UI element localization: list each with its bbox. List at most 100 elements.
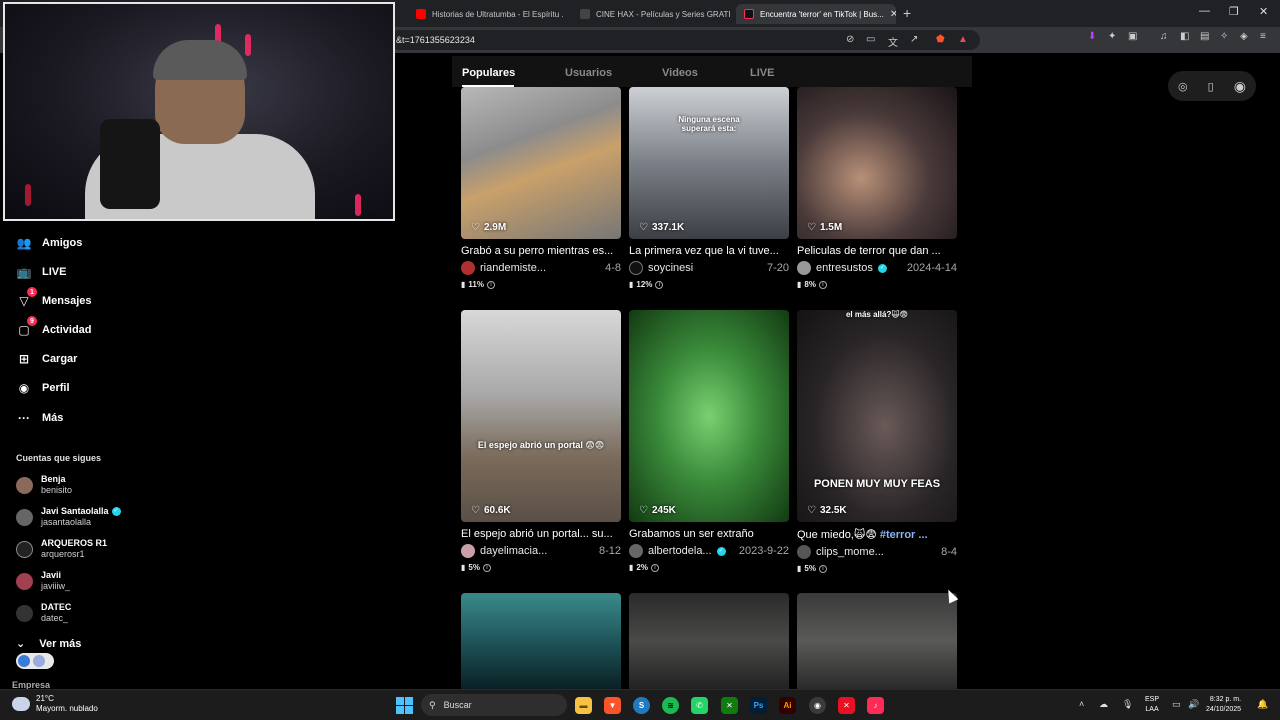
extensions-icon[interactable]: ✦ [1108, 31, 1116, 42]
browser-tab-3[interactable]: Encuentra 'terror' en TikTok | Bus... ✕ [736, 4, 896, 24]
info-icon[interactable]: i [650, 563, 659, 572]
obs-icon[interactable]: ◉ [809, 697, 826, 714]
notification-icon[interactable]: 🔔 [1257, 699, 1268, 710]
menu-icon[interactable]: ≡ [1260, 31, 1266, 42]
tab-populares[interactable]: Populares [462, 67, 515, 79]
video-thumbnail[interactable] [629, 593, 789, 689]
video-thumbnail[interactable]: ♡ 2.9M [461, 87, 621, 239]
video-card[interactable] [629, 593, 789, 689]
nav-messages[interactable]: ▽ 1 Mensajes [16, 287, 92, 309]
browser-tab-1[interactable]: Historias de Ultratumba - El Espíritu ..… [408, 4, 564, 24]
close-tab-icon[interactable]: ✕ [890, 9, 896, 20]
brave-browser-icon[interactable]: ▼ [604, 697, 621, 714]
avatar[interactable] [461, 261, 475, 275]
video-card[interactable] [797, 593, 957, 689]
video-description[interactable]: La primera vez que la vi tuve... [629, 245, 789, 257]
sidebar-icon[interactable]: ◧ [1180, 31, 1189, 42]
wallet-icon[interactable]: ▤ [1200, 31, 1209, 42]
avatar[interactable] [797, 545, 811, 559]
spotify-icon[interactable]: ≋ [662, 697, 679, 714]
video-description[interactable]: El espejo abrió un portal... su... [461, 528, 621, 540]
brave-shield-icon[interactable]: ⬟ [936, 34, 945, 45]
video-thumbnail[interactable] [797, 593, 957, 689]
device-icon[interactable]: ▯ [1208, 80, 1214, 93]
video-author[interactable]: soycinesi [648, 262, 693, 274]
onedrive-icon[interactable]: ☁ [1099, 699, 1108, 710]
video-thumbnail[interactable]: ♡ 245K [629, 310, 789, 522]
video-thumbnail[interactable]: ♡ 1.5M [797, 87, 957, 239]
video-author[interactable]: clips_mome... [816, 546, 884, 558]
video-description[interactable]: Que miedo,🙀😨 #terror ... [797, 528, 957, 541]
language-indicator[interactable]: ESP LAA [1145, 695, 1159, 715]
windows-start-icon[interactable] [396, 697, 413, 714]
cast-icon[interactable]: ▭ [866, 34, 875, 45]
following-item[interactable]: Javii javiiiw_ [16, 570, 70, 592]
tab-live[interactable]: LIVE [750, 67, 774, 79]
video-card[interactable] [461, 593, 621, 689]
nav-friends[interactable]: 👥 Amigos [16, 235, 83, 251]
video-description[interactable]: Grabó a su perro mientras es... [461, 245, 621, 257]
video-card[interactable]: El espejo abrió un portal 😨😨 ♡ 60.6K El e… [461, 310, 621, 572]
nav-more[interactable]: ··· Más [16, 410, 63, 426]
nav-upload[interactable]: ⊞ Cargar [16, 351, 78, 367]
nav-live[interactable]: 📺 LIVE [16, 264, 67, 280]
microphone-icon[interactable]: 🎙 [1122, 699, 1133, 710]
clock[interactable]: 8:32 p. m. 24/10/2025 [1206, 695, 1241, 715]
file-explorer-icon[interactable]: ▬ [575, 697, 592, 714]
minimize-icon[interactable]: — [1199, 5, 1210, 17]
vpn-icon[interactable]: ◈ [1240, 31, 1248, 42]
app-icon[interactable]: S [633, 697, 650, 714]
info-icon[interactable]: i [818, 564, 827, 573]
info-icon[interactable]: i [486, 280, 495, 289]
new-tab-button[interactable]: + [903, 5, 911, 21]
taskbar-search[interactable]: ⚲ Buscar [421, 694, 567, 716]
brave-rewards-icon[interactable]: ▲ [958, 34, 968, 45]
tab-videos[interactable]: Videos [662, 67, 698, 79]
following-item[interactable]: ARQUEROS R1 arquerosr1 [16, 538, 107, 560]
video-card[interactable]: ♡ 2.9M Grabó a su perro mientras es... ri… [461, 87, 621, 289]
music-icon[interactable]: ♫ [1160, 31, 1168, 42]
tiktok-app-icon[interactable]: ♪ [867, 697, 884, 714]
video-author[interactable]: albertodela... [648, 545, 712, 557]
video-card[interactable]: ♡ 245K Grabamos un ser extraño albertodel… [629, 310, 789, 572]
download-icon[interactable]: ⬇ [1088, 31, 1096, 42]
following-item[interactable]: DATEC datec_ [16, 602, 71, 624]
info-icon[interactable]: i [818, 280, 827, 289]
following-item[interactable]: Javi Santaolalla ✓ jasantaolalla [16, 506, 121, 528]
video-thumbnail[interactable] [461, 593, 621, 689]
close-window-icon[interactable]: ✕ [1259, 5, 1268, 18]
app-icon[interactable]: ✕ [838, 697, 855, 714]
video-card[interactable]: el más allá?🙀😨 PONEN MUY MUY FEAS ♡ 32.5K… [797, 310, 957, 573]
see-more-button[interactable]: ⌄ Ver más [16, 637, 81, 651]
browser-tab-2[interactable]: CINE HAX - Películas y Series GRATIS [572, 4, 730, 24]
video-description[interactable]: Peliculas de terror que dan ... [797, 245, 957, 257]
video-thumbnail[interactable]: el más allá?🙀😨 PONEN MUY MUY FEAS ♡ 32.5K [797, 310, 957, 522]
volume-icon[interactable]: 🔊 [1188, 699, 1199, 710]
nav-activity[interactable]: ▢ 9 Actividad [16, 316, 92, 338]
share-icon[interactable]: ↗ [910, 34, 918, 45]
compass-icon[interactable]: ◎ [1178, 80, 1188, 93]
video-thumbnail[interactable]: Ninguna escena superará esta: ♡ 337.1K [629, 87, 789, 239]
avatar[interactable] [461, 544, 475, 558]
network-icon[interactable]: ▭ [1172, 699, 1181, 710]
tiktok-avatar-icon[interactable]: ◉ [1234, 78, 1246, 95]
leo-icon[interactable]: ✧ [1220, 31, 1228, 42]
avatar[interactable] [797, 261, 811, 275]
weather-widget[interactable]: 21°C Mayorm. nublado [12, 694, 98, 714]
url-field[interactable]: &t=1761355623234 ⊘ ▭ 文 ↗ ⬟ ▲ [390, 30, 980, 50]
app-toggles[interactable] [16, 653, 54, 669]
video-thumbnail[interactable]: El espejo abrió un portal 😨😨 ♡ 60.6K [461, 310, 621, 522]
following-item[interactable]: Benja benisito [16, 474, 72, 496]
video-card[interactable]: Ninguna escena superará esta: ♡ 337.1K La… [629, 87, 789, 289]
avatar[interactable] [629, 544, 643, 558]
video-description[interactable]: Grabamos un ser extraño [629, 528, 789, 540]
tray-chevron-icon[interactable]: ˄ [1079, 699, 1084, 709]
xbox-icon[interactable]: ✕ [721, 697, 738, 714]
translate-icon[interactable]: 文 [888, 34, 898, 49]
nav-profile[interactable]: ◉ Perfil [16, 380, 70, 396]
info-icon[interactable]: i [482, 563, 491, 572]
whatsapp-icon[interactable]: ✆ [691, 697, 708, 714]
video-author[interactable]: riandemiste... [480, 262, 546, 274]
video-card[interactable]: ♡ 1.5M Peliculas de terror que dan ... en… [797, 87, 957, 289]
hashtag-link[interactable]: #terror ... [880, 529, 928, 541]
